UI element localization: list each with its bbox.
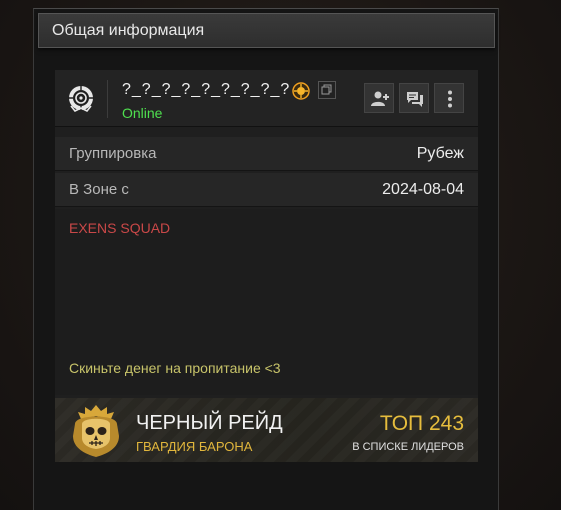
general-info-panel: Общая информация ?_?_?_?_?_?_?_?_? Onlin… [33,8,499,510]
zone-date-value: 2024-08-04 [382,181,464,198]
profile-card: ?_?_?_?_?_?_?_?_? Online Группировка Руб… [55,70,478,462]
raid-subtitle: ГВАРДИЯ БАРОНА [136,439,253,454]
faction-value: Рубеж [416,145,464,162]
panel-title: Общая информация [52,22,205,39]
bio-text: Скиньте денег на пропитание <3 [69,360,281,376]
panel-header: Общая информация [38,13,495,48]
online-status: Online [122,105,163,121]
raid-title: ЧЕРНЫЙ РЕЙД [136,412,283,434]
leaderboard-caption: В СПИСКЕ ЛИДЕРОВ [352,441,464,453]
divider [107,80,108,118]
gold-badge-icon [292,82,310,100]
leaderboard-rank: ТОП 243 [379,412,464,435]
copy-icon[interactable] [318,81,336,99]
clan-emblem-icon [68,85,94,112]
zone-date-label: В Зоне с [69,181,129,198]
bio-title: EXENS SQUAD [69,220,171,236]
faction-label: Группировка [69,145,157,162]
zone-date-row: В Зоне с 2024-08-04 [55,173,478,207]
add-friend-icon [371,91,389,106]
username[interactable]: ?_?_?_?_?_?_?_?_? [122,81,290,99]
black-raid-banner: ЧЕРНЫЙ РЕЙД ГВАРДИЯ БАРОНА ТОП 243 В СПИ… [55,398,478,462]
faction-row: Группировка Рубеж [55,137,478,171]
more-vertical-icon [448,90,452,108]
bio-section: EXENS SQUAD Скиньте денег на пропитание … [55,209,478,395]
profile-row: ?_?_?_?_?_?_?_?_? Online [55,70,478,127]
more-options-button[interactable] [434,83,464,113]
chat-icon [407,92,423,107]
skull-crest-icon [73,405,119,457]
add-friend-button[interactable] [364,83,394,113]
chat-button[interactable] [399,83,429,113]
